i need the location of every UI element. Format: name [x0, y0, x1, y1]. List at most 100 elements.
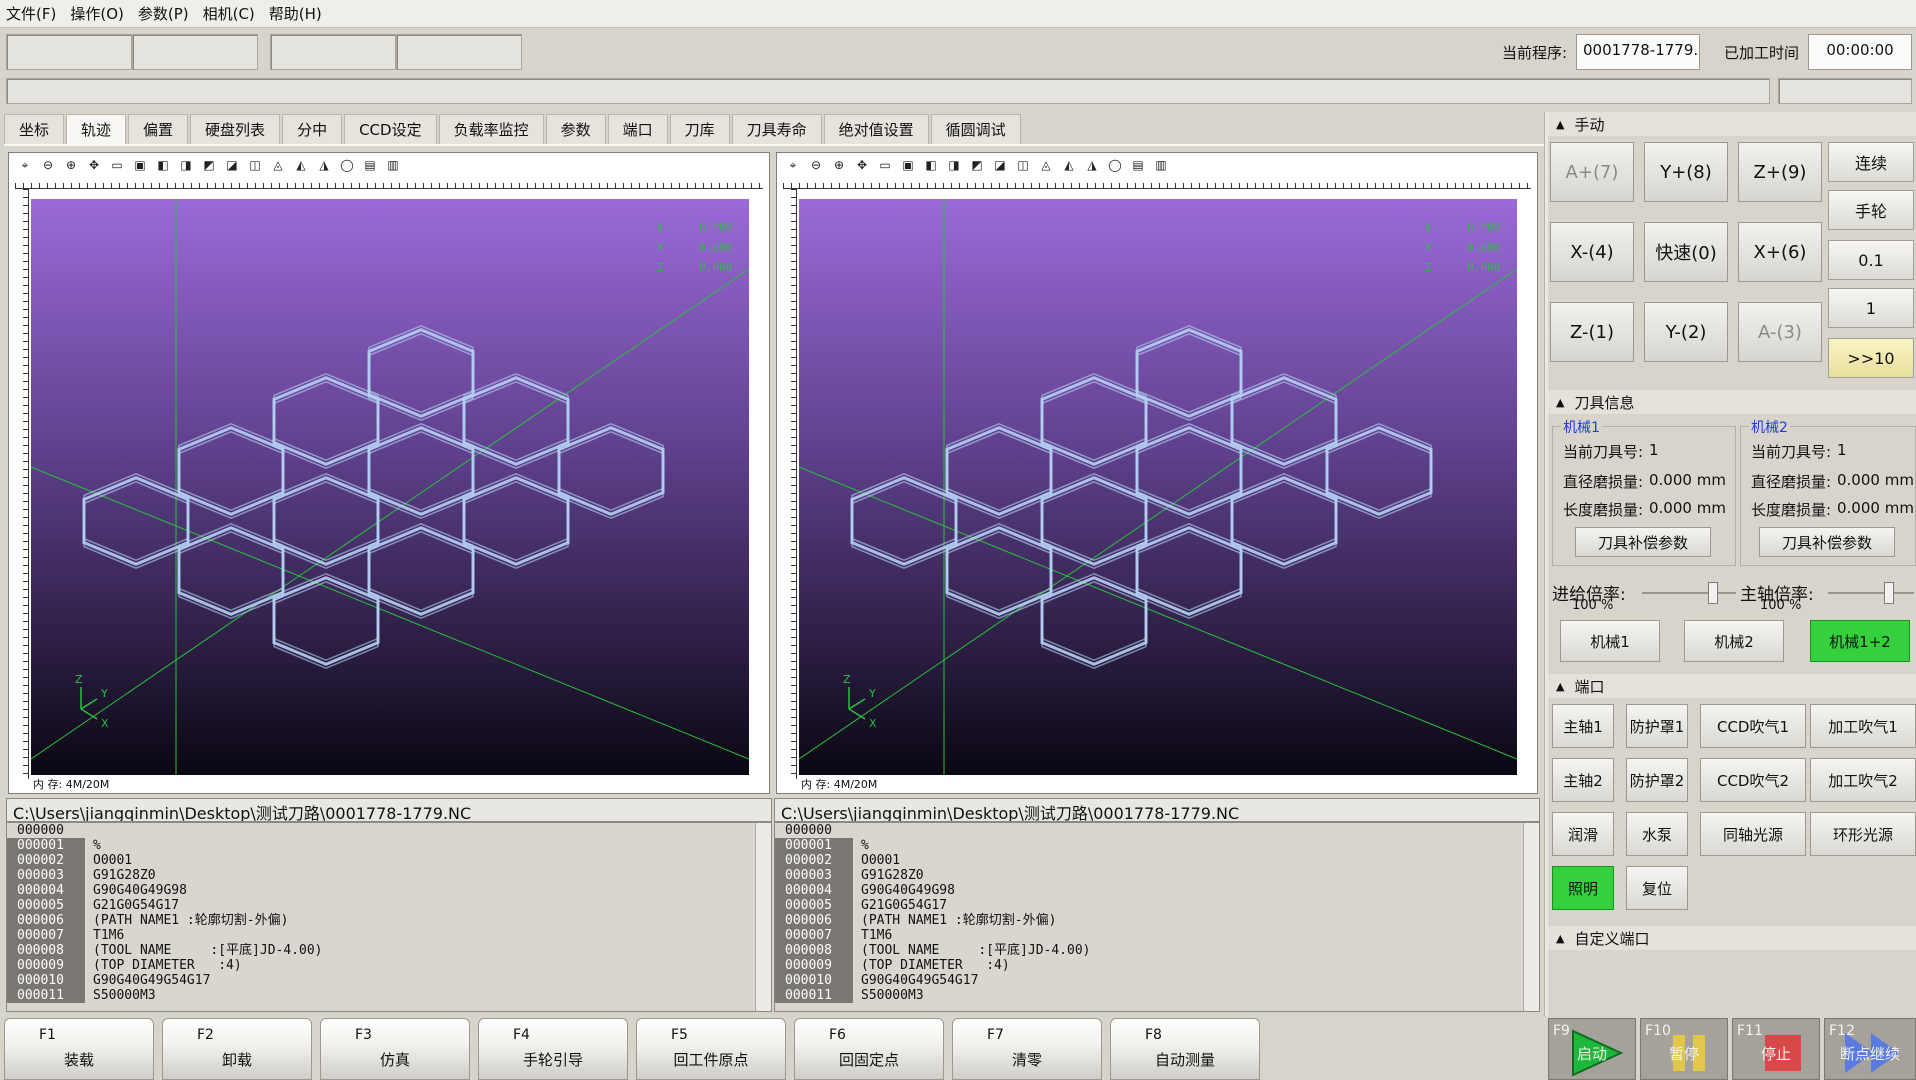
custom-ports-section-header[interactable]: ▲ 自定义端口: [1548, 926, 1916, 950]
code-line[interactable]: 000007 T1M6: [7, 928, 771, 943]
feed-rate-slider[interactable]: [1708, 582, 1718, 604]
zoom-in-icon[interactable]: ⊕: [831, 157, 847, 173]
layers-icon[interactable]: ▥: [1153, 157, 1169, 173]
f8-auto-measure-button[interactable]: F8 自动测量: [1110, 1018, 1260, 1080]
tool-compensation-button[interactable]: 刀具补偿参数: [1575, 527, 1711, 557]
nc-code-list-2[interactable]: 000000 000001% 000002 O0001 000003 G91G28Z0 00…: [774, 822, 1540, 1012]
jog-a-minus-button[interactable]: A-(3): [1738, 302, 1822, 362]
tab-centering[interactable]: 分中: [282, 114, 343, 144]
code-line[interactable]: 000009 (TOP DIAMETER :4): [775, 958, 1539, 973]
jog-z-minus-button[interactable]: Z-(1): [1550, 302, 1634, 362]
view-bottom-icon[interactable]: ◬: [1038, 157, 1054, 173]
jog-a-plus-button[interactable]: A+(7): [1550, 142, 1634, 202]
code-line[interactable]: 000005 G21G0G54G17: [7, 898, 771, 913]
tab-tool-magazine[interactable]: 刀库: [669, 114, 730, 144]
zoom-in-icon[interactable]: ⊕: [63, 157, 79, 173]
ports-section-header[interactable]: ▲ 端口: [1548, 674, 1916, 698]
view-iso-2-icon[interactable]: ◮: [316, 157, 332, 173]
jog-rapid-button[interactable]: 快速(0): [1644, 222, 1728, 282]
fit-icon[interactable]: ▤: [1130, 157, 1146, 173]
f11-stop-button[interactable]: F11 停止: [1732, 1018, 1820, 1080]
code-line[interactable]: 000011 S50000M3: [7, 988, 771, 1003]
mode-continuous-button[interactable]: 连续: [1828, 142, 1914, 182]
select-icon[interactable]: ⌖: [785, 157, 801, 173]
view-bottom-icon[interactable]: ◬: [270, 157, 286, 173]
frame-icon[interactable]: ▭: [877, 157, 893, 173]
code-line[interactable]: 000001%: [7, 838, 771, 853]
rotate-icon[interactable]: ◯: [1107, 157, 1123, 173]
zoom-out-icon[interactable]: ⊖: [40, 157, 56, 173]
rotate-icon[interactable]: ◯: [339, 157, 355, 173]
tab-trajectory[interactable]: 轨迹: [66, 114, 127, 144]
jog-x-plus-button[interactable]: X+(6): [1738, 222, 1822, 282]
view-iso-1-icon[interactable]: ◭: [1061, 157, 1077, 173]
tab-load-monitor[interactable]: 负载率监控: [438, 114, 544, 144]
manual-section-header[interactable]: ▲ 手动: [1548, 112, 1916, 136]
port-lubrication-button[interactable]: 润滑: [1552, 812, 1614, 856]
toolpath-view[interactable]: X 0.000Y 0.000Z 0.000ZYX: [31, 199, 749, 775]
tool-info-section-header[interactable]: ▲ 刀具信息: [1548, 390, 1916, 414]
code-line[interactable]: 000008 (TOOL NAME :[平底]JD-4.00): [7, 943, 771, 958]
port-guard-1-button[interactable]: 防护罩1: [1626, 704, 1688, 748]
f2-unload-button[interactable]: F2 卸载: [162, 1018, 312, 1080]
tab-absolute-settings[interactable]: 绝对值设置: [823, 114, 929, 144]
f12-resume-button[interactable]: F12 断点继续: [1824, 1018, 1916, 1080]
tool-compensation-button[interactable]: 刀具补偿参数: [1759, 527, 1895, 557]
tab-disk-list[interactable]: 硬盘列表: [190, 114, 281, 144]
view-front-icon[interactable]: ◧: [155, 157, 171, 173]
tab-ports[interactable]: 端口: [607, 114, 668, 144]
jog-x-minus-button[interactable]: X-(4): [1550, 222, 1634, 282]
code-line[interactable]: 000010 G90G40G49G54G17: [775, 973, 1539, 988]
3d-canvas[interactable]: X 0.000 Y 0.000 Z 0.000 Z Y X: [799, 199, 1517, 775]
menu-help[interactable]: 帮助(H): [269, 3, 322, 24]
mode-handwheel-button[interactable]: 手轮: [1828, 190, 1914, 230]
code-line[interactable]: 000007 T1M6: [775, 928, 1539, 943]
code-line[interactable]: 000009 (TOP DIAMETER :4): [7, 958, 771, 973]
port-spindle-2-button[interactable]: 主轴2: [1552, 758, 1614, 802]
code-line[interactable]: 000010 G90G40G49G54G17: [7, 973, 771, 988]
zoom-box-icon[interactable]: ▣: [900, 157, 916, 173]
port-guard-2-button[interactable]: 防护罩2: [1626, 758, 1688, 802]
machine-2-button[interactable]: 机械2: [1684, 620, 1784, 662]
zoom-box-icon[interactable]: ▣: [132, 157, 148, 173]
view-back-icon[interactable]: ◨: [946, 157, 962, 173]
code-line[interactable]: 000004 G90G40G49G98: [775, 883, 1539, 898]
view-iso-1-icon[interactable]: ◭: [293, 157, 309, 173]
machine-1-button[interactable]: 机械1: [1560, 620, 1660, 662]
jog-z-plus-button[interactable]: Z+(9): [1738, 142, 1822, 202]
layers-icon[interactable]: ▥: [385, 157, 401, 173]
code-scrollbar[interactable]: [1523, 823, 1539, 1011]
tab-coords[interactable]: 坐标: [4, 114, 65, 144]
toolpath-view[interactable]: X 0.000Y 0.000Z 0.000ZYX: [799, 199, 1517, 775]
view-right-icon[interactable]: ◪: [992, 157, 1008, 173]
trajectory-viewport-1[interactable]: ⌖ ⊖ ⊕ ✥ ▭ ▣ ◧ ◨ ◩ ◪ ◫ ◬ ◭ ◮ ◯ ▤ ▥ X 0.000 Y 0.000 Z 0.000 Z Y X …: [8, 152, 770, 794]
code-line[interactable]: 000000: [775, 823, 1539, 838]
code-scrollbar[interactable]: [755, 823, 771, 1011]
f9-start-button[interactable]: F9 启动: [1548, 1018, 1636, 1080]
code-line[interactable]: 000002 O0001: [7, 853, 771, 868]
view-right-icon[interactable]: ◪: [224, 157, 240, 173]
tab-tool-life[interactable]: 刀具寿命: [731, 114, 822, 144]
step-1-button[interactable]: 1: [1828, 288, 1914, 328]
jog-y-minus-button[interactable]: Y-(2): [1644, 302, 1728, 362]
code-line[interactable]: 000005 G21G0G54G17: [775, 898, 1539, 913]
menu-file[interactable]: 文件(F): [6, 3, 56, 24]
menu-operate[interactable]: 操作(O): [70, 3, 124, 24]
code-line[interactable]: 000002 O0001: [775, 853, 1539, 868]
pan-icon[interactable]: ✥: [854, 157, 870, 173]
zoom-out-icon[interactable]: ⊖: [808, 157, 824, 173]
port-ring-light-button[interactable]: 环形光源: [1810, 812, 1916, 856]
code-line[interactable]: 000008 (TOOL NAME :[平底]JD-4.00): [775, 943, 1539, 958]
view-top-icon[interactable]: ◫: [247, 157, 263, 173]
port-water-pump-button[interactable]: 水泵: [1626, 812, 1688, 856]
tab-offset[interactable]: 偏置: [128, 114, 189, 144]
f3-simulate-button[interactable]: F3 仿真: [320, 1018, 470, 1080]
port-process-air-1-button[interactable]: 加工吹气1: [1810, 704, 1916, 748]
code-line[interactable]: 000000: [7, 823, 771, 838]
code-line[interactable]: 000006 (PATH NAME1 :轮廓切割-外偏): [7, 913, 771, 928]
port-ccd-air-2-button[interactable]: CCD吹气2: [1700, 758, 1806, 802]
code-line[interactable]: 000001%: [775, 838, 1539, 853]
port-lighting-button[interactable]: 照明: [1552, 866, 1614, 910]
menu-params[interactable]: 参数(P): [138, 3, 189, 24]
f4-handwheel-guide-button[interactable]: F4 手轮引导: [478, 1018, 628, 1080]
